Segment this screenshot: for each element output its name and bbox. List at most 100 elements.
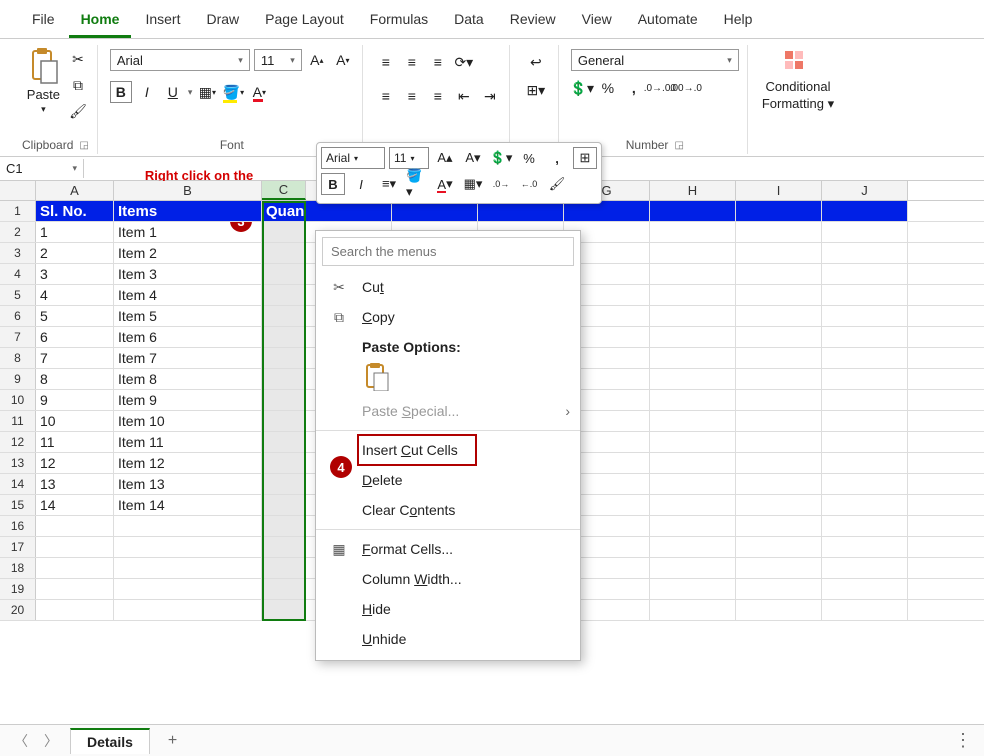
cell[interactable]: 7 [36,348,114,368]
row-header[interactable]: 7 [0,327,36,347]
cell[interactable] [650,453,736,473]
cell[interactable] [262,243,306,263]
cell[interactable] [736,453,822,473]
cell[interactable] [822,306,908,326]
row-header[interactable]: 19 [0,579,36,599]
cell[interactable]: 9 [36,390,114,410]
cell[interactable] [262,348,306,368]
underline-button[interactable]: U [162,81,184,103]
cell[interactable] [650,495,736,515]
sheet-more-icon[interactable]: ⋮ [954,730,974,751]
borders-button[interactable]: ▦▾ [196,81,218,103]
mini-size-select[interactable]: 11▾ [389,147,429,169]
cell[interactable] [262,411,306,431]
cell[interactable] [650,474,736,494]
column-header-h[interactable]: H [650,181,736,200]
bold-button[interactable]: B [110,81,132,103]
mini-increase-font-icon[interactable]: A▴ [433,147,457,169]
cell[interactable] [822,222,908,242]
cell[interactable] [736,432,822,452]
cell[interactable] [736,558,822,578]
cell[interactable]: 3 [36,264,114,284]
cell[interactable]: 11 [36,432,114,452]
cell[interactable] [736,201,822,221]
align-bottom-icon[interactable]: ≡ [427,51,449,73]
cell[interactable] [650,390,736,410]
row-header[interactable]: 6 [0,306,36,326]
cell[interactable]: Items [114,201,262,221]
cell[interactable]: 2 [36,243,114,263]
cell[interactable] [392,201,478,221]
cell[interactable] [650,411,736,431]
cell[interactable] [650,432,736,452]
cell[interactable]: Item 4 [114,285,262,305]
cell[interactable]: 12 [36,453,114,473]
ctx-paste-special[interactable]: Paste Special...› [316,396,580,426]
cell[interactable] [822,327,908,347]
mini-accounting-icon[interactable]: 💲▾ [489,147,513,169]
cell[interactable] [262,558,306,578]
cell[interactable] [736,600,822,620]
cell[interactable] [478,201,564,221]
italic-button[interactable]: I [136,81,158,103]
mini-bold-button[interactable]: B [321,173,345,195]
select-all-corner[interactable] [0,181,36,200]
cell[interactable] [736,369,822,389]
cell[interactable] [262,516,306,536]
cell[interactable] [736,390,822,410]
cell[interactable] [822,600,908,620]
cell[interactable] [262,537,306,557]
conditional-formatting-button[interactable]: Conditional Formatting ▾ [760,45,836,116]
cell[interactable] [736,579,822,599]
cell[interactable] [822,453,908,473]
increase-decimal-icon[interactable]: .0→.00 [649,77,671,99]
cell[interactable] [36,516,114,536]
cell[interactable] [306,201,392,221]
cell[interactable] [650,222,736,242]
dialog-launcher-icon[interactable]: ◲ [674,140,683,151]
comma-format-icon[interactable]: , [623,77,645,99]
tab-automate[interactable]: Automate [626,3,710,38]
align-middle-icon[interactable]: ≡ [401,51,423,73]
tab-draw[interactable]: Draw [194,3,251,38]
cell[interactable]: 8 [36,369,114,389]
cut-icon[interactable]: ✂ [68,49,88,69]
tab-help[interactable]: Help [712,3,765,38]
ctx-unhide[interactable]: Unhide [316,624,580,654]
cell[interactable] [650,201,736,221]
mini-percent-icon[interactable]: % [517,147,541,169]
cell[interactable] [822,537,908,557]
cell[interactable] [262,390,306,410]
cell[interactable] [262,264,306,284]
cell[interactable] [262,600,306,620]
decrease-indent-icon[interactable]: ⇤ [453,85,475,107]
ctx-delete[interactable]: Delete [316,465,580,495]
cell[interactable] [650,264,736,284]
cell[interactable] [822,285,908,305]
cell[interactable] [736,264,822,284]
mini-italic-button[interactable]: I [349,173,373,195]
cell[interactable] [650,348,736,368]
tab-data[interactable]: Data [442,3,496,38]
row-header[interactable]: 13 [0,453,36,473]
cell[interactable]: Item 5 [114,306,262,326]
row-header[interactable]: 5 [0,285,36,305]
ctx-copy[interactable]: ⧉Copy [316,302,580,332]
cell[interactable] [564,201,650,221]
row-header[interactable]: 14 [0,474,36,494]
tab-file[interactable]: File [20,3,67,38]
font-name-select[interactable]: Arial [110,49,250,71]
row-header[interactable]: 15 [0,495,36,515]
cell[interactable] [650,369,736,389]
cell[interactable] [822,558,908,578]
row-header[interactable]: 10 [0,390,36,410]
cell[interactable] [36,600,114,620]
name-box[interactable]: C1▾ [0,159,84,178]
cell[interactable] [650,516,736,536]
tab-home[interactable]: Home [69,3,132,38]
cell[interactable] [650,306,736,326]
mini-fill-color-icon[interactable]: 🪣▾ [405,173,429,195]
menu-search-input[interactable] [322,237,574,266]
mini-align-icon[interactable]: ≡▾ [377,173,401,195]
row-header[interactable]: 11 [0,411,36,431]
